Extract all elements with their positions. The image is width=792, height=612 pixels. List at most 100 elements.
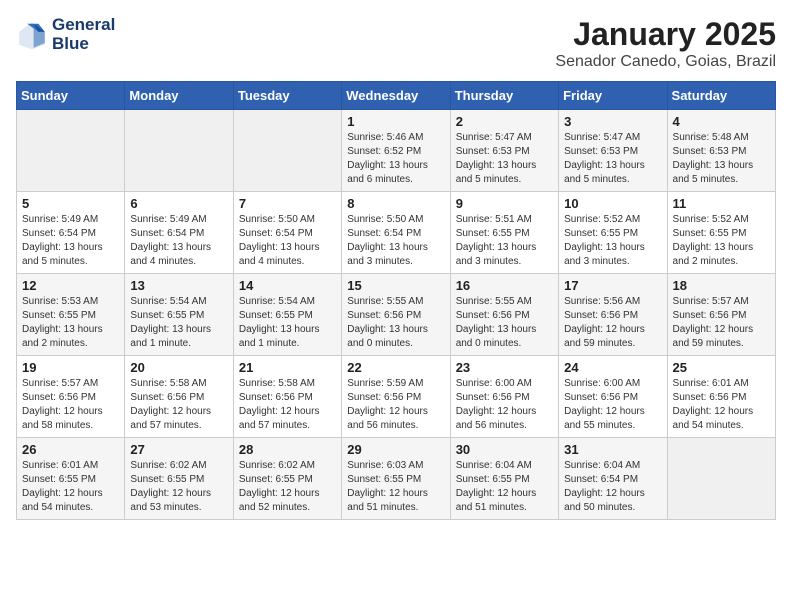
logo: General Blue xyxy=(16,16,115,53)
day-cell: 28 Sunrise: 6:02 AM Sunset: 6:55 PM Dayli… xyxy=(233,438,341,520)
day-cell: 20Sunrise: 5:58 AM Sunset: 6:56 PM Dayli… xyxy=(125,356,233,438)
day-info: Sunrise: 5:57 AM Sunset: 6:56 PM Dayligh… xyxy=(22,377,119,433)
day-number: 17 xyxy=(564,278,661,293)
day-info: Sunrise: 5:51 AM Sunset: 6:55 PM Dayligh… xyxy=(456,213,553,269)
day-number: 23 xyxy=(456,360,553,375)
day-number: 4 xyxy=(673,114,770,129)
weekday-header-wednesday: Wednesday xyxy=(342,82,450,110)
day-cell: 24 Sunrise: 6:00 AM Sunset: 6:56 PM Dayli… xyxy=(559,356,667,438)
day-number: 31 xyxy=(564,442,661,457)
day-cell: 4 Sunrise: 5:48 AM Sunset: 6:53 PM Daylig… xyxy=(667,110,775,192)
day-number: 22 xyxy=(347,360,444,375)
day-info: Sunrise: 6:03 AM Sunset: 6:55 PM Dayligh… xyxy=(347,459,444,515)
day-info: Sunrise: 5:48 AM Sunset: 6:53 PM Dayligh… xyxy=(673,131,770,187)
day-number: 15 xyxy=(347,278,444,293)
day-number: 10 xyxy=(564,196,661,211)
day-number: 1 xyxy=(347,114,444,129)
day-info: Sunrise: 6:00 AM Sunset: 6:56 PM Dayligh… xyxy=(564,377,661,433)
day-number: 27 xyxy=(130,442,227,457)
logo-text: General Blue xyxy=(52,16,115,53)
day-cell: 17 Sunrise: 5:56 AM Sunset: 6:56 PM Dayli… xyxy=(559,274,667,356)
day-number: 18 xyxy=(673,278,770,293)
week-row-4: 19 Sunrise: 5:57 AM Sunset: 6:56 PM Dayli… xyxy=(17,356,776,438)
day-info: Sunrise: 5:58 AM Sunset: 6:56 PM Dayligh… xyxy=(239,377,336,433)
week-row-3: 12Sunrise: 5:53 AM Sunset: 6:55 PM Dayli… xyxy=(17,274,776,356)
day-info: Sunrise: 5:56 AM Sunset: 6:56 PM Dayligh… xyxy=(564,295,661,351)
weekday-header-tuesday: Tuesday xyxy=(233,82,341,110)
day-number: 7 xyxy=(239,196,336,211)
day-number: 9 xyxy=(456,196,553,211)
calendar: SundayMondayTuesdayWednesdayThursdayFrid… xyxy=(16,81,776,520)
day-cell: 8 Sunrise: 5:50 AM Sunset: 6:54 PM Daylig… xyxy=(342,192,450,274)
day-number: 12 xyxy=(22,278,119,293)
day-info: Sunrise: 6:01 AM Sunset: 6:55 PM Dayligh… xyxy=(22,459,119,515)
day-cell: 2 Sunrise: 5:47 AM Sunset: 6:53 PM Daylig… xyxy=(450,110,558,192)
day-info: Sunrise: 5:47 AM Sunset: 6:53 PM Dayligh… xyxy=(564,131,661,187)
month-title: January 2025 xyxy=(555,16,776,53)
day-info: Sunrise: 5:57 AM Sunset: 6:56 PM Dayligh… xyxy=(673,295,770,351)
day-cell: 3 Sunrise: 5:47 AM Sunset: 6:53 PM Daylig… xyxy=(559,110,667,192)
day-cell: 14Sunrise: 5:54 AM Sunset: 6:55 PM Dayli… xyxy=(233,274,341,356)
title-section: January 2025 Senador Canedo, Goias, Braz… xyxy=(555,16,776,71)
day-info: Sunrise: 5:55 AM Sunset: 6:56 PM Dayligh… xyxy=(347,295,444,351)
day-number: 26 xyxy=(22,442,119,457)
day-info: Sunrise: 5:49 AM Sunset: 6:54 PM Dayligh… xyxy=(130,213,227,269)
day-cell xyxy=(125,110,233,192)
day-number: 16 xyxy=(456,278,553,293)
day-number: 30 xyxy=(456,442,553,457)
day-number: 3 xyxy=(564,114,661,129)
day-info: Sunrise: 5:49 AM Sunset: 6:54 PM Dayligh… xyxy=(22,213,119,269)
day-cell: 7 Sunrise: 5:50 AM Sunset: 6:54 PM Daylig… xyxy=(233,192,341,274)
logo-icon xyxy=(16,19,48,51)
day-cell: 23 Sunrise: 6:00 AM Sunset: 6:56 PM Dayli… xyxy=(450,356,558,438)
day-number: 25 xyxy=(673,360,770,375)
day-info: Sunrise: 5:59 AM Sunset: 6:56 PM Dayligh… xyxy=(347,377,444,433)
day-number: 11 xyxy=(673,196,770,211)
day-number: 19 xyxy=(22,360,119,375)
day-cell: 31 Sunrise: 6:04 AM Sunset: 6:54 PM Dayli… xyxy=(559,438,667,520)
day-number: 21 xyxy=(239,360,336,375)
day-info: Sunrise: 6:00 AM Sunset: 6:56 PM Dayligh… xyxy=(456,377,553,433)
day-cell xyxy=(233,110,341,192)
day-cell: 6Sunrise: 5:49 AM Sunset: 6:54 PM Daylig… xyxy=(125,192,233,274)
day-info: Sunrise: 6:02 AM Sunset: 6:55 PM Dayligh… xyxy=(130,459,227,515)
day-info: Sunrise: 5:50 AM Sunset: 6:54 PM Dayligh… xyxy=(347,213,444,269)
day-info: Sunrise: 5:50 AM Sunset: 6:54 PM Dayligh… xyxy=(239,213,336,269)
day-cell: 21 Sunrise: 5:58 AM Sunset: 6:56 PM Dayli… xyxy=(233,356,341,438)
day-number: 29 xyxy=(347,442,444,457)
weekday-header-sunday: Sunday xyxy=(17,82,125,110)
day-number: 28 xyxy=(239,442,336,457)
day-number: 8 xyxy=(347,196,444,211)
day-cell: 25Sunrise: 6:01 AM Sunset: 6:56 PM Dayli… xyxy=(667,356,775,438)
day-cell: 13Sunrise: 5:54 AM Sunset: 6:55 PM Dayli… xyxy=(125,274,233,356)
day-cell: 26 Sunrise: 6:01 AM Sunset: 6:55 PM Dayli… xyxy=(17,438,125,520)
day-info: Sunrise: 5:58 AM Sunset: 6:56 PM Dayligh… xyxy=(130,377,227,433)
day-cell: 1Sunrise: 5:46 AM Sunset: 6:52 PM Daylig… xyxy=(342,110,450,192)
day-info: Sunrise: 6:04 AM Sunset: 6:54 PM Dayligh… xyxy=(564,459,661,515)
weekday-header-saturday: Saturday xyxy=(667,82,775,110)
day-number: 13 xyxy=(130,278,227,293)
day-info: Sunrise: 5:52 AM Sunset: 6:55 PM Dayligh… xyxy=(673,213,770,269)
weekday-header-row: SundayMondayTuesdayWednesdayThursdayFrid… xyxy=(17,82,776,110)
day-info: Sunrise: 6:02 AM Sunset: 6:55 PM Dayligh… xyxy=(239,459,336,515)
day-cell: 15 Sunrise: 5:55 AM Sunset: 6:56 PM Dayli… xyxy=(342,274,450,356)
day-number: 2 xyxy=(456,114,553,129)
day-number: 24 xyxy=(564,360,661,375)
day-cell: 9 Sunrise: 5:51 AM Sunset: 6:55 PM Daylig… xyxy=(450,192,558,274)
day-cell: 19 Sunrise: 5:57 AM Sunset: 6:56 PM Dayli… xyxy=(17,356,125,438)
day-number: 5 xyxy=(22,196,119,211)
weekday-header-thursday: Thursday xyxy=(450,82,558,110)
day-info: Sunrise: 5:47 AM Sunset: 6:53 PM Dayligh… xyxy=(456,131,553,187)
week-row-2: 5 Sunrise: 5:49 AM Sunset: 6:54 PM Daylig… xyxy=(17,192,776,274)
day-cell: 29 Sunrise: 6:03 AM Sunset: 6:55 PM Dayli… xyxy=(342,438,450,520)
week-row-1: 1Sunrise: 5:46 AM Sunset: 6:52 PM Daylig… xyxy=(17,110,776,192)
day-cell: 11 Sunrise: 5:52 AM Sunset: 6:55 PM Dayli… xyxy=(667,192,775,274)
week-row-5: 26 Sunrise: 6:01 AM Sunset: 6:55 PM Dayli… xyxy=(17,438,776,520)
day-cell: 18 Sunrise: 5:57 AM Sunset: 6:56 PM Dayli… xyxy=(667,274,775,356)
day-info: Sunrise: 6:04 AM Sunset: 6:55 PM Dayligh… xyxy=(456,459,553,515)
day-cell: 22 Sunrise: 5:59 AM Sunset: 6:56 PM Dayli… xyxy=(342,356,450,438)
day-cell xyxy=(17,110,125,192)
day-cell: 5 Sunrise: 5:49 AM Sunset: 6:54 PM Daylig… xyxy=(17,192,125,274)
day-info: Sunrise: 5:52 AM Sunset: 6:55 PM Dayligh… xyxy=(564,213,661,269)
day-cell: 12Sunrise: 5:53 AM Sunset: 6:55 PM Dayli… xyxy=(17,274,125,356)
